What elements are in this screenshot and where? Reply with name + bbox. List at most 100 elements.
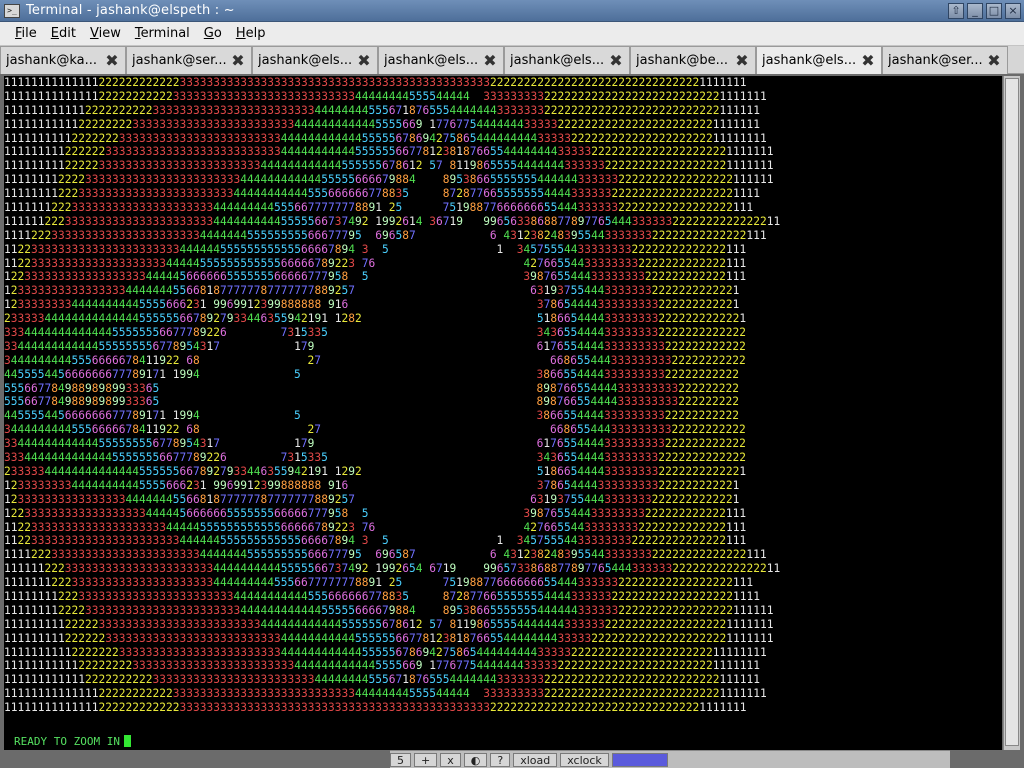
terminal-tab[interactable]: jashank@els... ✖ [504, 46, 630, 74]
terminal-line: 1111111111111122222222222333333333333333… [4, 687, 767, 701]
terminal-tab[interactable]: jashank@be... ✖ [630, 46, 756, 74]
terminal-line: 2333334444444444444455555566789279334463… [4, 312, 747, 326]
terminal-line: 123333333344444444445555666231 996991239… [4, 298, 740, 312]
tab-label: jashank@els... [384, 53, 479, 68]
tab-close-icon[interactable]: ✖ [104, 52, 120, 69]
terminal-line: 1111111111122222222333333333333333333333… [4, 117, 760, 131]
terminal-scrollbar[interactable] [1003, 76, 1020, 750]
menu-view[interactable]: View [83, 26, 128, 41]
minimize-button[interactable]: _ [967, 2, 983, 19]
terminal-line: 1233333333333333334444444556681877777787… [4, 284, 740, 298]
terminal-line: 1111112223333333333333333333333444444444… [4, 214, 781, 228]
tab-label: jashank@ka... [6, 53, 97, 68]
terminal-tab[interactable]: jashank@ka... ✖ [0, 46, 126, 74]
terminal-line: 1111111111112222222222333333333333333333… [4, 673, 760, 687]
terminal-line: 333444444444444455555556677789226 731533… [4, 451, 746, 465]
tab-close-icon[interactable]: ✖ [734, 52, 750, 69]
taskbar-item[interactable]: x [440, 752, 461, 767]
taskbar-item[interactable]: ? [490, 752, 511, 767]
maximize-button[interactable]: □ [986, 2, 1002, 19]
terminal-line: 1111111111222222233333333333333333333333… [4, 131, 767, 145]
tab-close-icon[interactable]: ✖ [230, 52, 246, 69]
terminal-line: 1111111112222233333333333333333333333344… [4, 617, 774, 631]
taskbar-item[interactable]: 5 [390, 752, 411, 767]
terminal-status-line: READY TO ZOOM IN [4, 734, 1002, 750]
shade-button[interactable]: ⇧ [948, 2, 964, 19]
terminal-tab[interactable]: jashank@els... ✖ [378, 46, 504, 74]
terminal-line: 2333334444444444444455555566789279334463… [4, 464, 747, 478]
window-titlebar: >_ Terminal - jashank@elspeth : ~ ⇧ _ □ … [0, 0, 1024, 22]
terminal-line: 1111111122233333333333333333333333444444… [4, 187, 760, 201]
terminal-tab[interactable]: jashank@ser... ✖ [882, 46, 1008, 74]
terminal-line: 1111111112222233333333333333333333333344… [4, 159, 774, 173]
terminal-line: 1111112223333333333333333333333444444444… [4, 562, 781, 576]
terminal-line: 1122333333333333333333333344444455555555… [4, 242, 747, 256]
menu-help[interactable]: Help [229, 26, 273, 41]
terminal-line: 1111111111111122222222222233333333333333… [4, 76, 747, 89]
tab-label: jashank@ser... [888, 53, 983, 68]
menu-edit[interactable]: Edit [44, 26, 83, 41]
tab-bar: jashank@ka... ✖ jashank@ser... ✖ jashank@els… [0, 46, 1024, 74]
taskbar-item[interactable]: xload [513, 752, 558, 767]
tab-label: jashank@els... [258, 53, 353, 68]
terminal-line: 1233333333333333334444444556681877777787… [4, 492, 740, 506]
terminal-line: 1122333333333333333333334444455555555555… [4, 520, 747, 534]
terminal-line: 1111222333333333333333333333344444445555… [4, 228, 767, 242]
terminal-line: 55566778498898989933365 8987665544443333… [4, 381, 739, 395]
tab-label: jashank@els... [510, 53, 605, 68]
terminal-tab[interactable]: jashank@ser... ✖ [126, 46, 252, 74]
terminal-line: 1111111222333333333333333333333444444444… [4, 576, 754, 590]
terminal-line: 333444444444444455555556677789226 731533… [4, 326, 746, 340]
taskbar-item[interactable]: ◐ [463, 752, 488, 767]
tab-close-icon[interactable]: ✖ [356, 52, 372, 69]
terminal-app-icon[interactable]: >_ [4, 3, 20, 18]
tab-label: jashank@els... [762, 53, 857, 68]
terminal-line: 1111111122223333333333333333333333344444… [4, 173, 774, 187]
tab-label: jashank@be... [636, 53, 728, 68]
status-text: READY TO ZOOM IN [14, 735, 120, 748]
tab-close-icon[interactable]: ✖ [482, 52, 498, 69]
terminal-line: 55566778498898989933365 8987665544443333… [4, 395, 739, 409]
terminal-line: 1111111111111122222222222233333333333333… [4, 701, 747, 715]
tab-close-icon[interactable]: ✖ [986, 52, 1002, 69]
terminal-line: 1111111111122222222333333333333333333333… [4, 659, 760, 673]
terminal-line: 123333333344444444445555666231 996991239… [4, 478, 740, 492]
taskbar: 5 + x ◐? xload xclock [390, 750, 950, 768]
taskbar-item[interactable] [611, 752, 668, 767]
terminal-line: 1111111112222223333333333333333333333333… [4, 145, 774, 159]
terminal-line: 34444444445556666678411922 68 27 6686554… [4, 423, 746, 437]
terminal-cursor [123, 735, 131, 747]
terminal-line: 1122333333333333333333333344444455555555… [4, 534, 747, 548]
terminal-line: 1111111111222222233333333333333333333333… [4, 645, 767, 659]
taskbar-item[interactable]: + [414, 752, 438, 767]
terminal-line: 1111222333333333333333333333344444445555… [4, 548, 767, 562]
terminal-line: 1111111122233333333333333333333333444444… [4, 589, 760, 603]
menu-terminal[interactable]: Terminal [128, 26, 197, 41]
terminal-line: 1111111122223333333333333333333333344444… [4, 603, 774, 617]
window-title: Terminal - jashank@elspeth : ~ [26, 3, 235, 18]
menu-file[interactable]: File [8, 26, 44, 41]
terminal-line: 1111111111111122222222222333333333333333… [4, 89, 767, 103]
terminal-line: 1122333333333333333333334444455555555555… [4, 256, 747, 270]
terminal-line: 1223333333333333333334444456666665555555… [4, 270, 747, 284]
terminal-line: 33444444444444555555556778954317 179 617… [4, 339, 746, 353]
terminal-line: 1223333333333333333334444456666665555555… [4, 506, 747, 520]
terminal-line: 445555445666666677789171 1994 5 38665544… [4, 367, 740, 381]
terminal-line: 1111111222333333333333333333333444444444… [4, 201, 754, 215]
tab-close-icon[interactable]: ✖ [608, 52, 624, 69]
menu-go[interactable]: Go [197, 26, 229, 41]
menubar: File Edit View Terminal Go Help [0, 22, 1024, 46]
terminal-output[interactable]: 1111111111111122222222222233333333333333… [4, 76, 1002, 734]
taskbar-item[interactable]: xclock [560, 752, 609, 767]
terminal-tab[interactable]: jashank@els... ✖ [252, 46, 378, 74]
terminal-line: 34444444445556666678411922 68 27 6686554… [4, 353, 746, 367]
scrollbar-thumb[interactable] [1005, 78, 1019, 746]
tab-label: jashank@ser... [132, 53, 227, 68]
terminal-line: 1111111112222223333333333333333333333333… [4, 631, 774, 645]
terminal-line: 1111111111112222222222333333333333333333… [4, 103, 760, 117]
close-window-button[interactable]: × [1005, 2, 1021, 19]
terminal-tab[interactable]: jashank@els... ✖ [756, 46, 882, 74]
terminal-line: 445555445666666677789171 1994 5 38665544… [4, 409, 740, 423]
terminal-line: 33444444444444555555556778954317 179 617… [4, 437, 746, 451]
tab-close-icon[interactable]: ✖ [860, 52, 876, 69]
